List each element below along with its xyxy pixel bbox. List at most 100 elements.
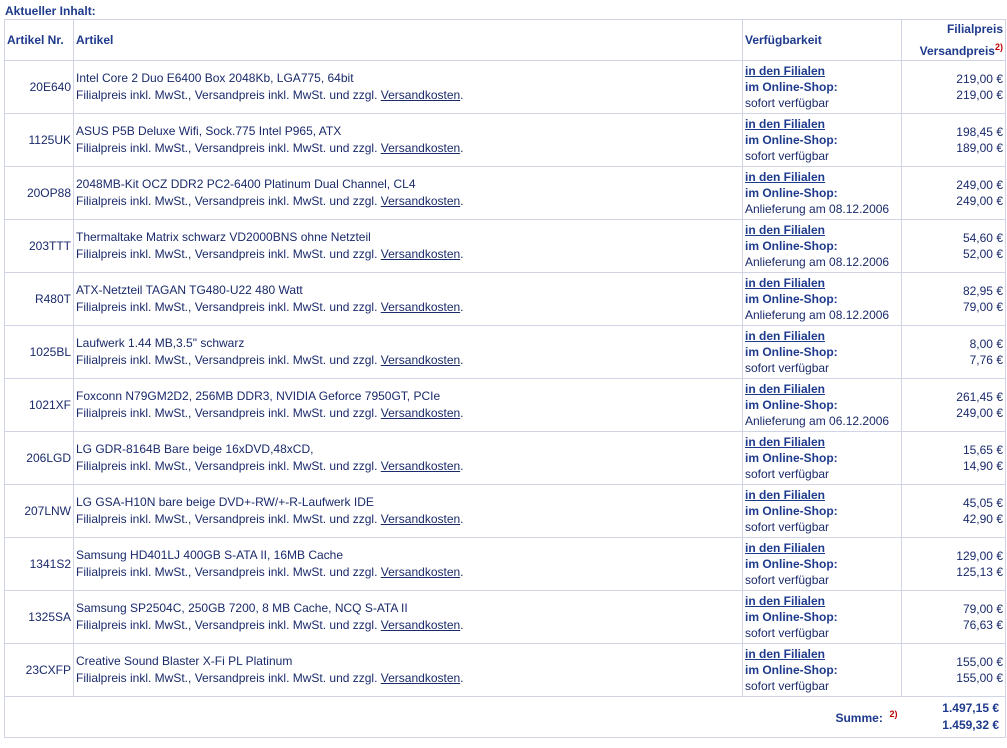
online-shop-label: im Online-Shop: bbox=[745, 186, 838, 200]
availability-status: Anlieferung am 06.12.2006 bbox=[745, 414, 890, 428]
ship-price: 7,76 € bbox=[969, 353, 1003, 367]
table-row: 20E640 Intel Core 2 Duo E6400 Box 2048Kb… bbox=[4, 60, 1006, 114]
table-row: 1341S2 Samsung HD401LJ 400GB S-ATA II, 1… bbox=[4, 537, 1006, 591]
price-cell: 15,65 € 14,90 € bbox=[901, 431, 1006, 485]
article-description: LG GDR-8164B Bare beige 16xDVD,48xCD, Fi… bbox=[73, 431, 743, 485]
article-description: Creative Sound Blaster X-Fi PL Platinum … bbox=[73, 643, 743, 697]
availability-cell: in den Filialen im Online-Shop: sofort v… bbox=[742, 484, 902, 538]
price-note: Filialpreis inkl. MwSt., Versandpreis in… bbox=[76, 671, 378, 685]
in-stores-link[interactable]: in den Filialen bbox=[745, 328, 899, 344]
online-shop-label: im Online-Shop: bbox=[745, 133, 838, 147]
availability-status: sofort verfügbar bbox=[745, 361, 830, 375]
availability-status: Anlieferung am 08.12.2006 bbox=[745, 255, 890, 269]
store-price: 8,00 € bbox=[969, 337, 1003, 351]
shipping-costs-link[interactable]: Versandkosten bbox=[381, 300, 460, 314]
article-code: 1341S2 bbox=[4, 537, 74, 591]
article-code: 207LNW bbox=[4, 484, 74, 538]
in-stores-link[interactable]: in den Filialen bbox=[745, 593, 899, 609]
in-stores-link[interactable]: in den Filialen bbox=[745, 381, 899, 397]
in-stores-link[interactable]: in den Filialen bbox=[745, 116, 899, 132]
article-name: 2048MB-Kit OCZ DDR2 PC2-6400 Platinum Du… bbox=[76, 177, 416, 191]
online-shop-label: im Online-Shop: bbox=[745, 80, 838, 94]
in-stores-link[interactable]: in den Filialen bbox=[745, 434, 899, 450]
price-note: Filialpreis inkl. MwSt., Versandpreis in… bbox=[76, 512, 378, 526]
column-header-availability: Verfügbarkeit bbox=[742, 19, 902, 61]
store-price: 219,00 € bbox=[956, 72, 1003, 86]
ship-price: 249,00 € bbox=[956, 194, 1003, 208]
article-name: Creative Sound Blaster X-Fi PL Platinum bbox=[76, 654, 293, 668]
shipping-costs-link[interactable]: Versandkosten bbox=[381, 353, 460, 367]
ship-price: 52,00 € bbox=[962, 247, 1003, 261]
online-shop-label: im Online-Shop: bbox=[745, 345, 838, 359]
shipping-costs-link[interactable]: Versandkosten bbox=[381, 194, 460, 208]
table-row: 1325SA Samsung SP2504C, 250GB 7200, 8 MB… bbox=[4, 590, 1006, 644]
article-code: 23CXFP bbox=[4, 643, 74, 697]
store-price: 261,45 € bbox=[956, 390, 1003, 404]
shipping-costs-link[interactable]: Versandkosten bbox=[381, 671, 460, 685]
period: . bbox=[460, 247, 464, 261]
ship-price: 76,63 € bbox=[962, 618, 1003, 632]
store-price: 249,00 € bbox=[956, 178, 1003, 192]
shipping-costs-link[interactable]: Versandkosten bbox=[381, 459, 460, 473]
summary-label-cell: Summe: 2) bbox=[742, 696, 902, 738]
article-code: 20OP88 bbox=[4, 166, 74, 220]
article-code: 203TTT bbox=[4, 219, 74, 273]
summary-label: Summe: bbox=[835, 711, 883, 725]
price-cell: 198,45 € 189,00 € bbox=[901, 113, 1006, 167]
availability-status: sofort verfügbar bbox=[745, 96, 830, 110]
availability-status: sofort verfügbar bbox=[745, 520, 830, 534]
article-name: LG GDR-8164B Bare beige 16xDVD,48xCD, bbox=[76, 442, 314, 456]
cart-header-row: Artikel Nr. Artikel Verfügbarkeit Filial… bbox=[4, 19, 1006, 61]
in-stores-link[interactable]: in den Filialen bbox=[745, 275, 899, 291]
availability-status: sofort verfügbar bbox=[745, 626, 830, 640]
article-description: Laufwerk 1.44 MB,3.5" schwarz Filialprei… bbox=[73, 325, 743, 379]
price-cell: 45,05 € 42,90 € bbox=[901, 484, 1006, 538]
ship-price: 125,13 € bbox=[956, 565, 1003, 579]
ship-price: 42,90 € bbox=[962, 512, 1003, 526]
availability-status: Anlieferung am 08.12.2006 bbox=[745, 202, 890, 216]
in-stores-link[interactable]: in den Filialen bbox=[745, 169, 899, 185]
ship-price: 155,00 € bbox=[956, 671, 1003, 685]
table-row: 20OP88 2048MB-Kit OCZ DDR2 PC2-6400 Plat… bbox=[4, 166, 1006, 220]
shipping-costs-link[interactable]: Versandkosten bbox=[381, 512, 460, 526]
price-cell: 54,60 € 52,00 € bbox=[901, 219, 1006, 273]
shipping-costs-link[interactable]: Versandkosten bbox=[381, 88, 460, 102]
in-stores-link[interactable]: in den Filialen bbox=[745, 646, 899, 662]
in-stores-link[interactable]: in den Filialen bbox=[745, 222, 899, 238]
in-stores-link[interactable]: in den Filialen bbox=[745, 487, 899, 503]
shipping-costs-link[interactable]: Versandkosten bbox=[381, 565, 460, 579]
price-cell: 129,00 € 125,13 € bbox=[901, 537, 1006, 591]
online-shop-label: im Online-Shop: bbox=[745, 610, 838, 624]
price-note: Filialpreis inkl. MwSt., Versandpreis in… bbox=[76, 247, 378, 261]
article-name: Samsung SP2504C, 250GB 7200, 8 MB Cache,… bbox=[76, 601, 408, 615]
shipping-costs-link[interactable]: Versandkosten bbox=[381, 406, 460, 420]
store-price: 79,00 € bbox=[962, 602, 1003, 616]
availability-cell: in den Filialen im Online-Shop: Anliefer… bbox=[742, 219, 902, 273]
summary-store-total: 1.497,15 € bbox=[942, 701, 999, 715]
store-price: 45,05 € bbox=[962, 496, 1003, 510]
price-cell: 155,00 € 155,00 € bbox=[901, 643, 1006, 697]
price-cell: 219,00 € 219,00 € bbox=[901, 60, 1006, 114]
table-row: 203TTT Thermaltake Matrix schwarz VD2000… bbox=[4, 219, 1006, 273]
ship-price: 14,90 € bbox=[962, 459, 1003, 473]
period: . bbox=[460, 194, 464, 208]
in-stores-link[interactable]: in den Filialen bbox=[745, 540, 899, 556]
price-note: Filialpreis inkl. MwSt., Versandpreis in… bbox=[76, 618, 378, 632]
period: . bbox=[460, 618, 464, 632]
shipping-costs-link[interactable]: Versandkosten bbox=[381, 141, 460, 155]
price-note: Filialpreis inkl. MwSt., Versandpreis in… bbox=[76, 88, 378, 102]
online-shop-label: im Online-Shop: bbox=[745, 504, 838, 518]
price-cell: 79,00 € 76,63 € bbox=[901, 590, 1006, 644]
table-row: 1025BL Laufwerk 1.44 MB,3.5" schwarz Fil… bbox=[4, 325, 1006, 379]
shipping-costs-link[interactable]: Versandkosten bbox=[381, 247, 460, 261]
store-price: 198,45 € bbox=[956, 125, 1003, 139]
price-note: Filialpreis inkl. MwSt., Versandpreis in… bbox=[76, 459, 378, 473]
column-header-ship-price: Versandpreis bbox=[919, 44, 995, 58]
availability-status: Anlieferung am 08.12.2006 bbox=[745, 308, 890, 322]
cart-heading: Aktueller Inhalt: bbox=[5, 4, 96, 18]
availability-cell: in den Filialen im Online-Shop: sofort v… bbox=[742, 431, 902, 485]
in-stores-link[interactable]: in den Filialen bbox=[745, 63, 899, 79]
period: . bbox=[460, 406, 464, 420]
shipping-costs-link[interactable]: Versandkosten bbox=[381, 618, 460, 632]
availability-status: sofort verfügbar bbox=[745, 149, 830, 163]
